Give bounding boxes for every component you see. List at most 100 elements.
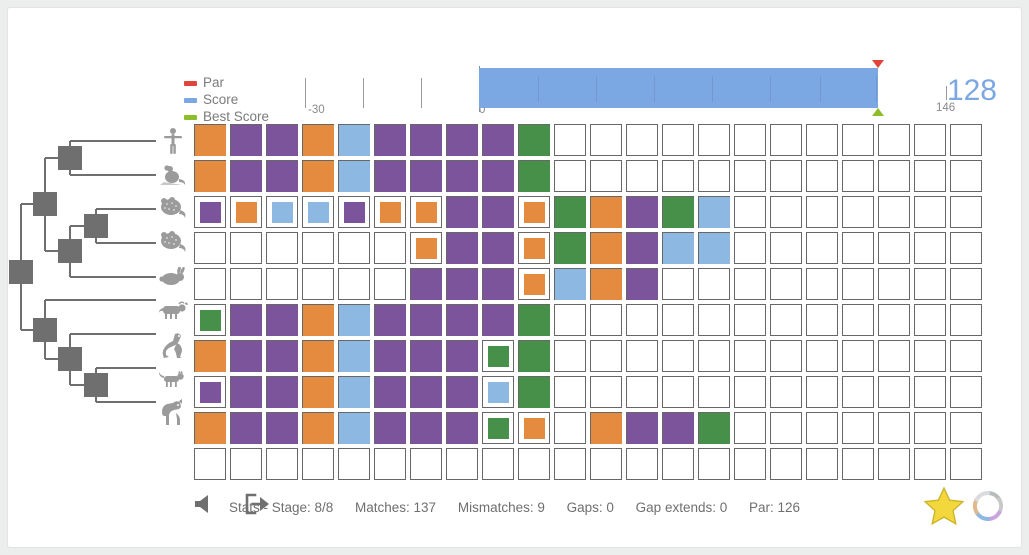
grid-cell[interactable] [696,338,732,374]
grid-cell[interactable] [840,302,876,338]
grid-cell[interactable] [840,230,876,266]
grid-cell[interactable] [948,122,984,158]
grid-cell[interactable] [588,446,624,482]
grid-cell[interactable] [336,374,372,410]
grid-cell[interactable] [768,230,804,266]
grid-cell[interactable] [408,158,444,194]
grid-cell[interactable] [408,374,444,410]
grid-cell[interactable] [408,410,444,446]
grid-cell[interactable] [264,122,300,158]
grid-cell[interactable] [696,122,732,158]
sequence-tile[interactable] [590,196,622,228]
sequence-tile[interactable] [523,273,545,295]
grid-cell[interactable] [228,374,264,410]
sequence-tile[interactable] [374,304,406,336]
grid-cell[interactable] [336,122,372,158]
grid-cell[interactable] [696,194,732,230]
grid-cell[interactable] [588,158,624,194]
grid-cell[interactable] [732,410,768,446]
sequence-tile[interactable] [302,124,334,156]
sequence-tile[interactable] [199,201,221,223]
grid-cell[interactable] [624,122,660,158]
grid-cell[interactable] [624,302,660,338]
grid-cell[interactable] [840,158,876,194]
grid-cell[interactable] [876,302,912,338]
grid-cell[interactable] [876,230,912,266]
grid-cell[interactable] [300,446,336,482]
sequence-tile[interactable] [590,232,622,264]
sequence-tile[interactable] [523,201,545,223]
grid-cell[interactable] [912,194,948,230]
sequence-tile[interactable] [410,304,442,336]
grid-cell[interactable] [300,194,336,230]
grid-cell[interactable] [912,410,948,446]
grid-cell[interactable] [768,410,804,446]
grid-cell[interactable] [444,266,480,302]
grid-cell[interactable] [732,194,768,230]
sequence-tile[interactable] [266,340,298,372]
grid-cell[interactable] [912,158,948,194]
grid-cell[interactable] [948,302,984,338]
grid-cell[interactable] [372,338,408,374]
sequence-tile[interactable] [230,376,262,408]
sequence-tile[interactable] [338,160,370,192]
grid-cell[interactable] [444,446,480,482]
sequence-tile[interactable] [235,201,257,223]
grid-cell[interactable] [732,338,768,374]
sequence-tile[interactable] [410,268,442,300]
grid-cell[interactable] [228,338,264,374]
grid-cell[interactable] [804,194,840,230]
sequence-tile[interactable] [626,268,658,300]
grid-cell[interactable] [768,122,804,158]
sequence-tile[interactable] [266,412,298,444]
grid-cell[interactable] [480,230,516,266]
grid-cell[interactable] [228,446,264,482]
sequence-tile[interactable] [446,124,478,156]
sequence-tile[interactable] [266,376,298,408]
sequence-tile[interactable] [194,160,226,192]
sequence-tile[interactable] [482,124,514,156]
sequence-tile[interactable] [590,268,622,300]
grid-cell[interactable] [516,446,552,482]
grid-cell[interactable] [372,230,408,266]
grid-cell[interactable] [768,374,804,410]
sequence-tile[interactable] [374,412,406,444]
sequence-tile[interactable] [590,412,622,444]
grid-cell[interactable] [480,194,516,230]
grid-cell[interactable] [552,266,588,302]
grid-cell[interactable] [408,194,444,230]
grid-cell[interactable] [660,446,696,482]
grid-cell[interactable] [336,158,372,194]
grid-cell[interactable] [336,446,372,482]
grid-cell[interactable] [444,194,480,230]
grid-cell[interactable] [660,122,696,158]
grid-cell[interactable] [804,338,840,374]
grid-cell[interactable] [624,266,660,302]
grid-cell[interactable] [804,158,840,194]
grid-cell[interactable] [660,374,696,410]
grid-cell[interactable] [552,446,588,482]
sequence-tile[interactable] [338,412,370,444]
grid-cell[interactable] [480,266,516,302]
grid-cell[interactable] [912,338,948,374]
sequence-tile[interactable] [446,376,478,408]
grid-cell[interactable] [588,374,624,410]
sequence-tile[interactable] [662,232,694,264]
grid-cell[interactable] [768,446,804,482]
grid-cell[interactable] [948,410,984,446]
sequence-tile[interactable] [338,340,370,372]
grid-cell[interactable] [660,266,696,302]
sequence-tile[interactable] [554,268,586,300]
grid-cell[interactable] [516,122,552,158]
grid-cell[interactable] [300,158,336,194]
sequence-tile[interactable] [415,201,437,223]
sequence-tile[interactable] [523,417,545,439]
sequence-tile[interactable] [446,340,478,372]
grid-cell[interactable] [588,338,624,374]
grid-cell[interactable] [768,338,804,374]
grid-cell[interactable] [228,410,264,446]
sequence-tile[interactable] [487,417,509,439]
grid-cell[interactable] [840,266,876,302]
sequence-tile[interactable] [482,304,514,336]
sequence-tile[interactable] [338,124,370,156]
